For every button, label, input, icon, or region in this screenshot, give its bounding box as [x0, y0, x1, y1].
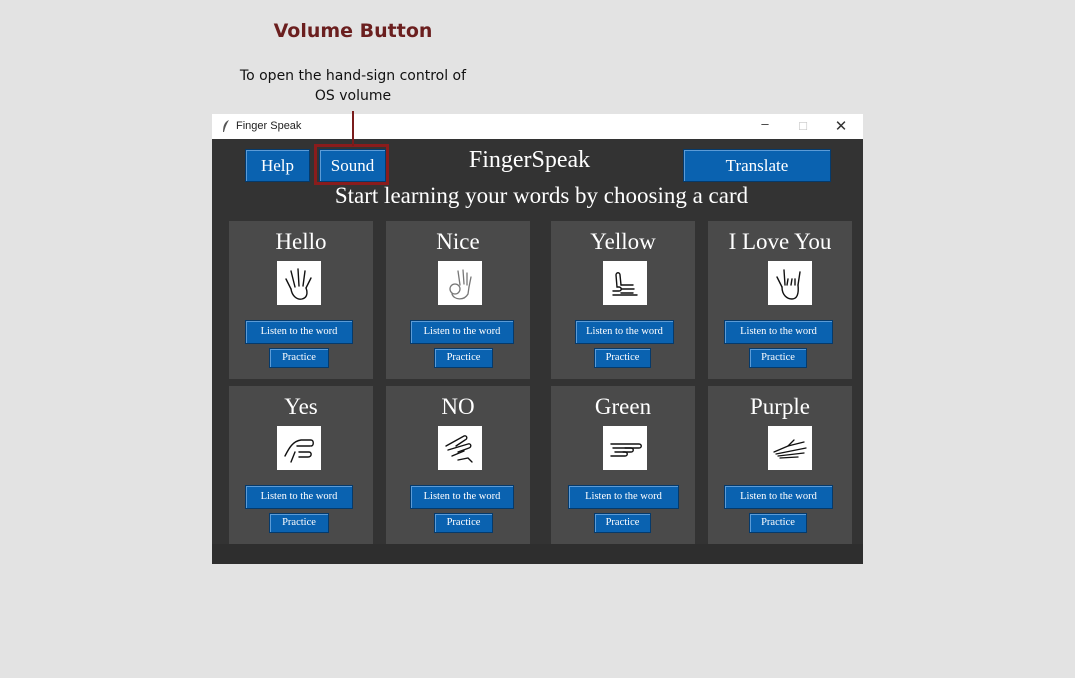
practice-button[interactable]: Practice [594, 348, 651, 368]
word-card-green[interactable]: Green Listen to the word Practice [551, 386, 695, 544]
title-bar: Finger Speak – □ ✕ [212, 114, 863, 139]
ily-hand-icon [768, 261, 812, 305]
word-card-yellow[interactable]: Yellow Listen to the word Practice [551, 221, 695, 379]
window-bottom-edge [212, 544, 863, 564]
annotation-description: To open the hand-sign control of OS volu… [239, 68, 467, 104]
card-word: Purple [749, 394, 811, 419]
pinch-hand-icon [438, 426, 482, 470]
word-card-no[interactable]: NO Listen to the word Practice [386, 386, 530, 544]
practice-button[interactable]: Practice [269, 513, 329, 533]
listen-button[interactable]: Listen to the word [724, 320, 833, 344]
point-side-icon [603, 426, 647, 470]
minimize-button[interactable]: – [756, 116, 774, 132]
subtitle-text: Start learning your words by choosing a … [334, 183, 749, 208]
word-card-purple[interactable]: Purple Listen to the word Practice [708, 386, 852, 544]
card-word: Yellow [590, 229, 656, 254]
app-window: Finger Speak – □ ✕ Help Sound FingerSpea… [212, 114, 863, 564]
listen-button[interactable]: Listen to the word [245, 485, 353, 509]
listen-button[interactable]: Listen to the word [410, 485, 514, 509]
practice-button[interactable]: Practice [434, 348, 493, 368]
sound-button-highlight [314, 144, 389, 185]
close-button[interactable]: ✕ [832, 117, 850, 135]
listen-button[interactable]: Listen to the word [410, 320, 514, 344]
card-word: NO [441, 394, 475, 419]
listen-button[interactable]: Listen to the word [575, 320, 674, 344]
flat-hand-side-icon [768, 426, 812, 470]
practice-button[interactable]: Practice [434, 513, 493, 533]
card-word: Hello [275, 229, 327, 254]
practice-button[interactable]: Practice [749, 513, 807, 533]
page-subtitle: Start learning your words by choosing a … [212, 183, 863, 209]
feather-icon [221, 119, 231, 133]
annotation-pointer-line [352, 111, 354, 146]
card-word: Yes [284, 394, 318, 419]
app-title-text: FingerSpeak [468, 147, 591, 173]
practice-button[interactable]: Practice [269, 348, 329, 368]
listen-button[interactable]: Listen to the word [568, 485, 679, 509]
card-word: Green [594, 394, 652, 419]
annotation-title: Volume Button [273, 20, 433, 42]
card-word: I Love You [728, 229, 832, 254]
card-word: Nice [436, 229, 480, 254]
word-card-nice[interactable]: Nice Listen to the word Practice [386, 221, 530, 379]
fist-icon [277, 426, 321, 470]
maximize-button[interactable]: □ [794, 118, 812, 134]
practice-button[interactable]: Practice [749, 348, 807, 368]
ok-hand-icon [438, 261, 482, 305]
word-card-hello[interactable]: Hello Listen to the word Practice [229, 221, 373, 379]
window-title: Finger Speak [236, 120, 302, 132]
open-hand-icon [277, 261, 321, 305]
listen-button[interactable]: Listen to the word [245, 320, 353, 344]
practice-button[interactable]: Practice [594, 513, 651, 533]
translate-button[interactable]: Translate [683, 149, 831, 182]
word-card-i-love-you[interactable]: I Love You Listen to the word Practice [708, 221, 852, 379]
listen-button[interactable]: Listen to the word [724, 485, 833, 509]
thumb-side-icon [603, 261, 647, 305]
word-card-yes[interactable]: Yes Listen to the word Practice [229, 386, 373, 544]
